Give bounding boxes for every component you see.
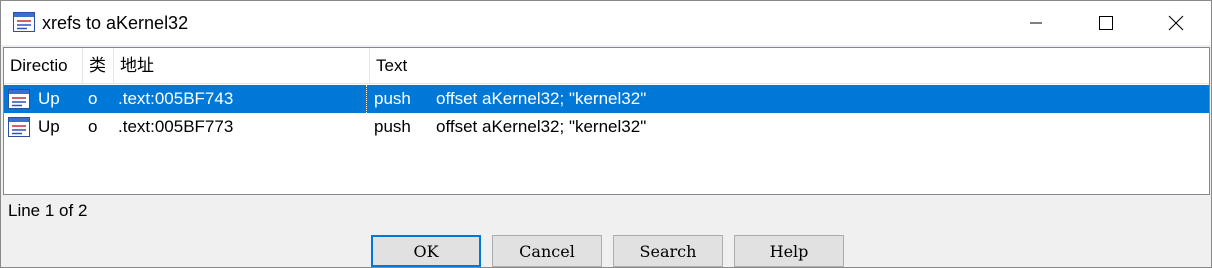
table-row[interactable]: Up o .text:005BF743 push offset aKernel32… — [4, 85, 1209, 113]
minimize-button[interactable] — [1001, 1, 1071, 45]
column-header-text[interactable]: Text — [370, 48, 1209, 84]
search-button[interactable]: Search — [613, 235, 723, 267]
cell-address: .text:005BF773 — [118, 117, 234, 136]
column-header-direction[interactable]: Directio — [4, 48, 83, 84]
help-button[interactable]: Help — [734, 235, 844, 267]
column-header-address[interactable]: 地址 — [114, 48, 370, 84]
table-row[interactable]: Up o .text:005BF773 push offset aKernel32… — [4, 113, 1209, 141]
xref-list-icon — [13, 12, 35, 32]
close-icon — [1168, 15, 1184, 31]
cell-address: .text:005BF743 — [118, 89, 234, 108]
cell-direction: Up — [38, 117, 60, 136]
xrefs-dialog: xrefs to aKernel32 Directio 类 地址 Text Up… — [0, 0, 1212, 268]
column-header-type[interactable]: 类 — [83, 48, 114, 84]
cancel-button[interactable]: Cancel — [492, 235, 602, 267]
cell-text-operand: offset aKernel32; "kernel32" — [436, 117, 647, 136]
maximize-button[interactable] — [1071, 1, 1141, 45]
cell-text-operand: offset aKernel32; "kernel32" — [436, 89, 647, 108]
focus-indicator — [366, 85, 367, 113]
cell-type: o — [88, 117, 98, 136]
window-title: xrefs to aKernel32 — [42, 13, 189, 33]
xref-list[interactable]: Directio 类 地址 Text Up o .text:005BF743 p… — [3, 47, 1210, 195]
title-bar[interactable]: xrefs to aKernel32 — [1, 1, 1211, 45]
xref-entry-icon — [8, 89, 30, 109]
cell-text-op: push — [374, 117, 411, 136]
cell-text: push offset aKernel32; "kernel32" — [374, 113, 646, 141]
cell-text-op: push — [374, 89, 411, 108]
minimize-icon — [1030, 22, 1042, 24]
list-header: Directio 类 地址 Text — [4, 48, 1209, 84]
status-line: Line 1 of 2 — [8, 201, 88, 220]
cell-text: push offset aKernel32; "kernel32" — [374, 85, 646, 113]
cell-type: o — [88, 89, 98, 108]
cell-direction: Up — [38, 89, 60, 108]
ok-button[interactable]: OK — [371, 235, 481, 267]
xref-entry-icon — [8, 117, 30, 137]
close-button[interactable] — [1141, 1, 1211, 45]
maximize-icon — [1099, 16, 1113, 30]
